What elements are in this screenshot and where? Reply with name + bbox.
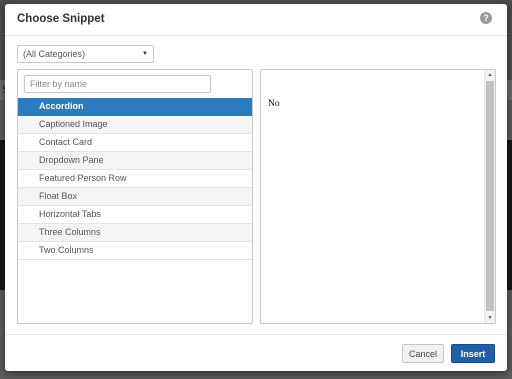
dialog-title: Choose Snippet [17, 13, 105, 25]
snippet-list-item[interactable]: Captioned Image [18, 116, 252, 134]
dialog-footer: Cancel Insert [5, 334, 507, 371]
preview-text: No [268, 99, 280, 109]
snippet-list-item[interactable]: Contact Card [18, 134, 252, 152]
dialog-header: Choose Snippet ? [5, 4, 507, 36]
snippet-list-panel: AccordionCaptioned ImageContact CardDrop… [17, 69, 253, 324]
scroll-down-arrow-icon[interactable]: ▼ [485, 313, 495, 323]
filter-input[interactable] [24, 75, 211, 93]
snippet-list-item[interactable]: Float Box [18, 188, 252, 206]
snippet-list-item[interactable]: Horizontal Tabs [18, 206, 252, 224]
scroll-up-arrow-icon[interactable]: ▲ [485, 70, 495, 80]
category-select[interactable]: (All Categories) ▼ [17, 45, 154, 63]
snippet-list-item[interactable]: Two Columns [18, 242, 252, 260]
scroll-thumb[interactable] [486, 81, 494, 311]
snippet-list-item[interactable]: Dropdown Pane [18, 152, 252, 170]
snippet-list-item[interactable]: Three Columns [18, 224, 252, 242]
category-select-value: (All Categories) [23, 49, 86, 59]
snippet-preview-panel: No ▲ ▼ [260, 69, 496, 324]
chevron-down-icon: ▼ [142, 51, 148, 57]
insert-button[interactable]: Insert [451, 344, 495, 363]
choose-snippet-dialog: Choose Snippet ? (All Categories) ▼ Acco… [5, 4, 507, 371]
cancel-button[interactable]: Cancel [402, 344, 444, 363]
help-icon[interactable]: ? [480, 12, 492, 24]
preview-scrollbar[interactable]: ▲ ▼ [484, 70, 495, 323]
snippet-list-item[interactable]: Accordion [18, 98, 252, 116]
snippet-list-item[interactable]: Featured Person Row [18, 170, 252, 188]
snippet-list: Accordion Captioned Image Contact Card Drop… [18, 98, 252, 260]
